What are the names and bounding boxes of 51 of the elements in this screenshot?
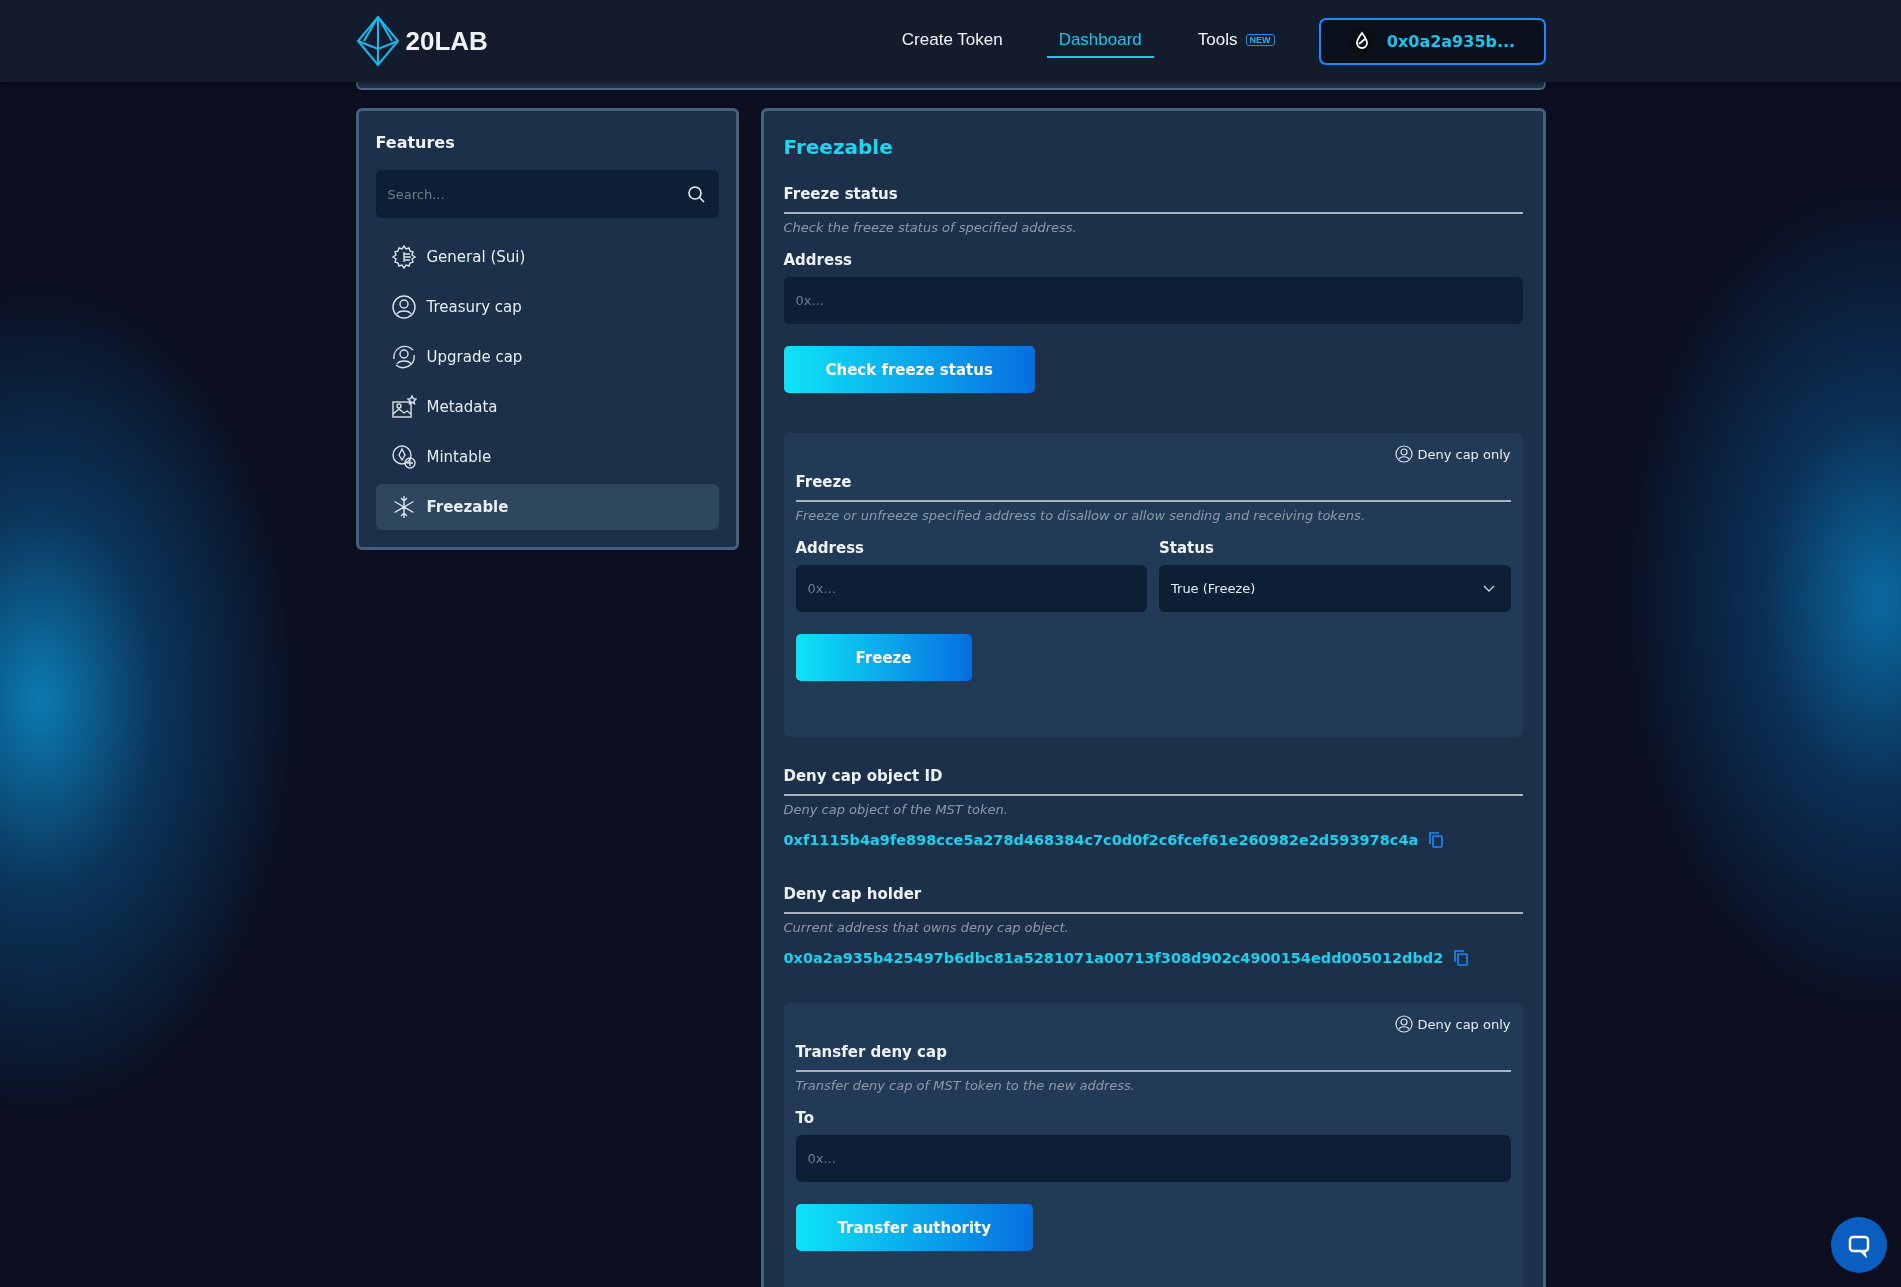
status-dropdown[interactable]: True (Freeze) [1159,565,1511,612]
panel-title: Freezable [783,135,894,159]
field-label: Address [783,251,853,269]
section-heading: Deny cap object ID [783,767,944,785]
user-icon [1395,445,1414,463]
permission-label: Deny cap only [1417,1016,1511,1032]
section-heading: Freeze [795,473,853,491]
sidebar-item[interactable]: Treasury cap [375,284,719,330]
sidebar-item[interactable]: Metadata [375,384,719,430]
coin-plus-icon [390,444,417,470]
hex-value: 0x0a2a935b425497b6dbc81a5281071a00713f308d902c4900154edd005012dbd2 [783,950,1444,966]
permission-label: Deny cap only [1417,446,1511,462]
panel-title: Features [375,133,456,152]
section-description: Current address that owns deny cap object. [783,920,1070,935]
user-icon [390,294,417,320]
section-description: Check the freeze status of specified address. [783,220,1078,235]
hex-value: 0xf1115b4a9fe898cce5a278d468384c7c0d0f2c6fcef61e260982e2d593978c4a [783,832,1419,848]
copy-icon[interactable] [1453,949,1470,967]
field-label: Address [795,539,865,557]
sidebar-item[interactable]: Freezable [375,484,719,530]
user-refresh-icon [390,344,417,370]
search-icon [686,185,705,203]
wallet-button[interactable]: 0x0a2a935b... [1318,17,1546,65]
copy-icon[interactable] [1428,831,1445,849]
field-label: Status [1159,539,1215,557]
new-badge: NEW [1245,34,1275,46]
section-heading: Transfer deny cap [795,1043,948,1061]
section-description: Transfer deny cap of MST token to the new address. [795,1078,1136,1093]
section-heading: Deny cap holder [783,885,923,903]
nav-link[interactable]: Tools NEW [1185,24,1287,58]
gear-icon [390,244,417,270]
chevron-down-icon [1482,584,1495,593]
user-icon [1395,1015,1414,1033]
field-label: To [795,1109,816,1127]
image-icon [390,394,417,420]
droplet-icon [1348,28,1375,54]
section-description: Deny cap object of the MST token. [783,802,1009,817]
section-description: Freeze or unfreeze specified address to disallow or allow sending and receiving tokens. [795,508,1366,523]
search-field[interactable]: Search... [375,170,719,218]
sidebar-item[interactable]: Mintable [375,434,719,480]
section-heading: Freeze status [783,185,899,203]
brand-name: 20LAB [405,25,488,57]
nav-link[interactable]: Dashboard [1046,24,1154,58]
nav-link[interactable]: Create Token [889,24,1015,58]
chat-button[interactable] [1831,1217,1887,1273]
diamond-logo-icon [355,15,400,67]
address-field[interactable]: 0x... [783,277,1523,324]
address-field[interactable]: 0x... [795,1135,1511,1182]
address-field[interactable]: 0x... [795,565,1147,612]
sidebar-item[interactable]: Upgrade cap [375,334,719,380]
sidebar-item[interactable]: General (Sui) [375,234,719,280]
